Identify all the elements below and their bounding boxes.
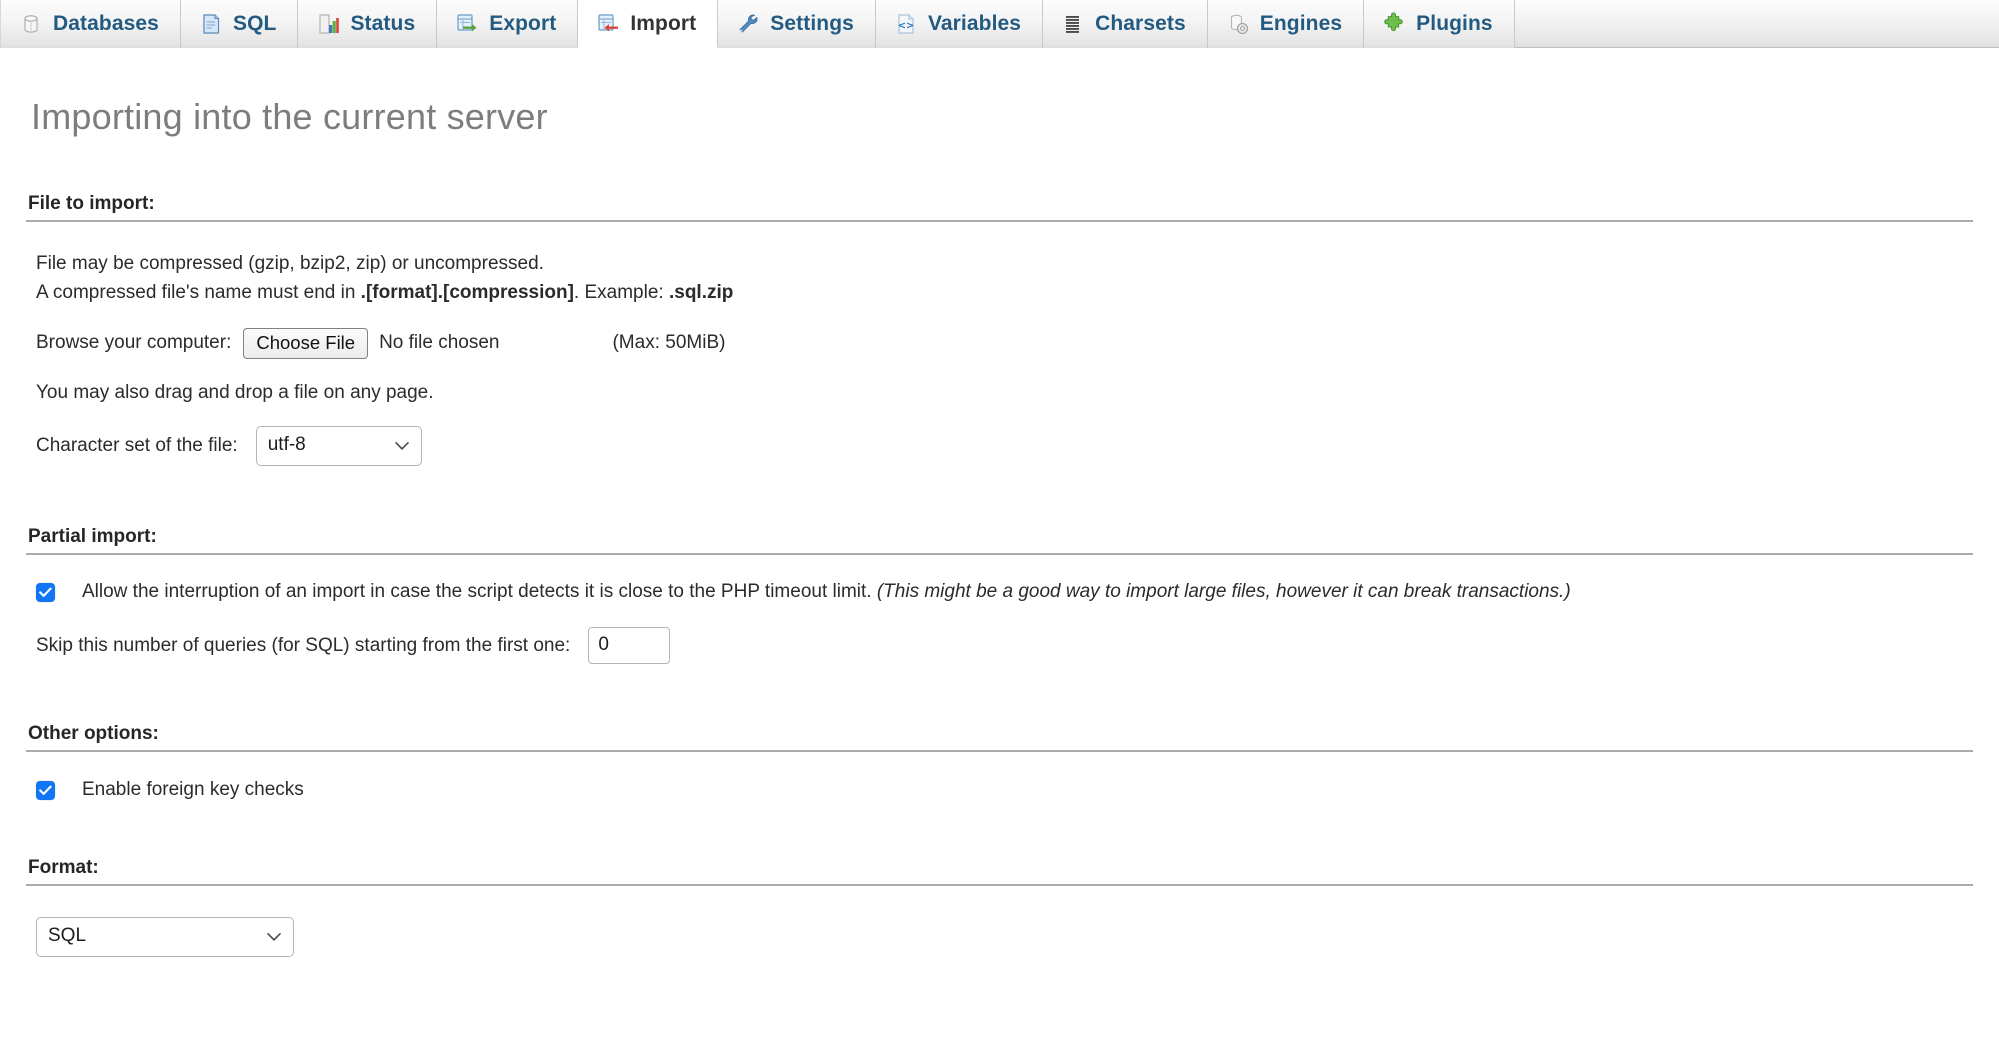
charset-select-wrapper[interactable]: utf-8: [255, 426, 422, 467]
browse-label: Browse your computer:: [36, 332, 232, 354]
charsets-icon: [1061, 12, 1085, 36]
tab-status[interactable]: Status: [298, 0, 438, 48]
tab-plugins[interactable]: Plugins: [1364, 0, 1515, 48]
file-note-line-1: File may be compressed (gzip, bzip2, zip…: [36, 253, 544, 274]
wrench-icon: [736, 12, 760, 36]
section-heading-format: Format:: [26, 857, 1973, 887]
tab-variables[interactable]: <> Variables: [875, 0, 1044, 48]
tab-sql[interactable]: SQL: [180, 0, 299, 48]
export-icon: [455, 12, 479, 36]
svg-text:<>: <>: [898, 21, 915, 32]
tab-label: Variables: [927, 12, 1022, 35]
code-file-icon: <>: [894, 12, 918, 36]
file-input[interactable]: Choose File No file chosen: [243, 327, 500, 360]
format-select-wrapper[interactable]: SQL: [36, 917, 294, 958]
allow-interruption-label: Allow the interruption of an import in c…: [82, 581, 1571, 603]
tab-label: Databases: [53, 12, 159, 35]
tab-engines[interactable]: Engines: [1207, 0, 1365, 48]
drag-drop-note: You may also drag and drop a file on any…: [36, 382, 434, 404]
file-note-prefix: A compressed file's name must end in: [36, 282, 361, 304]
format-select[interactable]: SQL: [36, 917, 294, 958]
foreign-key-checks-label: Enable foreign key checks: [82, 779, 304, 801]
tab-label: Status: [350, 12, 416, 35]
main-navigation-tabs: Databases SQL Status Export Import Setti…: [0, 0, 1999, 48]
tab-label: Settings: [770, 12, 854, 35]
database-icon: [19, 12, 43, 36]
tab-label: Engines: [1259, 12, 1343, 35]
file-note-middle: . Example:: [573, 282, 669, 304]
checkmark-icon: [39, 587, 52, 597]
tab-label: SQL: [232, 12, 277, 35]
file-note-line-2: A compressed file's name must end in .[f…: [36, 278, 1973, 307]
skip-queries-label: Skip this number of queries (for SQL) st…: [36, 634, 571, 656]
import-form: File to import: File may be compressed (…: [0, 193, 1999, 958]
tabbar-filler: [1514, 0, 1999, 47]
skip-queries-input[interactable]: [588, 627, 671, 665]
tab-charsets[interactable]: Charsets: [1043, 0, 1208, 48]
tab-databases[interactable]: Databases: [0, 0, 181, 48]
choose-file-button[interactable]: Choose File: [243, 327, 369, 360]
foreign-key-checks-checkbox[interactable]: [36, 780, 55, 800]
import-page: Importing into the current server File t…: [0, 48, 1999, 958]
engines-icon: [1226, 12, 1250, 36]
section-heading-other-options: Other options:: [26, 723, 1973, 753]
file-note-format-token: .[format].[compression]: [360, 282, 574, 304]
tab-settings[interactable]: Settings: [718, 0, 876, 48]
sql-document-icon: [199, 12, 223, 36]
browse-file-row: Browse your computer: Choose File No fil…: [26, 308, 1973, 360]
puzzle-icon: [1382, 12, 1406, 36]
charset-select[interactable]: utf-8: [255, 426, 422, 467]
charset-label: Character set of the file:: [36, 435, 238, 457]
tab-import[interactable]: Import: [578, 0, 719, 48]
file-note-example-token: .sql.zip: [668, 282, 734, 304]
max-upload-size: (Max: 50MiB): [612, 332, 726, 354]
tab-label: Plugins: [1416, 12, 1493, 35]
foreign-key-checks-row: Enable foreign key checks: [26, 752, 1973, 801]
skip-queries-row: Skip this number of queries (for SQL) st…: [26, 603, 1973, 665]
format-row: SQL: [26, 886, 1973, 958]
status-chart-icon: [316, 12, 340, 36]
allow-interruption-note: (This might be a good way to import larg…: [876, 581, 1571, 603]
tab-label: Charsets: [1095, 12, 1186, 35]
tab-label: Import: [630, 11, 697, 35]
charset-row: Character set of the file: utf-8: [26, 407, 1973, 467]
checkmark-icon: [39, 785, 52, 795]
section-heading-partial-import: Partial import:: [26, 526, 1973, 556]
file-format-note: File may be compressed (gzip, bzip2, zip…: [26, 222, 1973, 308]
file-status-text: No file chosen: [379, 332, 500, 354]
tab-label: Export: [489, 12, 557, 35]
allow-interruption-text: Allow the interruption of an import in c…: [82, 581, 872, 603]
tab-export[interactable]: Export: [437, 0, 579, 48]
allow-interruption-checkbox[interactable]: [36, 582, 55, 602]
allow-interruption-row: Allow the interruption of an import in c…: [26, 555, 1973, 603]
section-heading-file-to-import: File to import:: [26, 193, 1973, 222]
page-title: Importing into the current server: [31, 96, 548, 137]
import-icon: [596, 12, 620, 36]
